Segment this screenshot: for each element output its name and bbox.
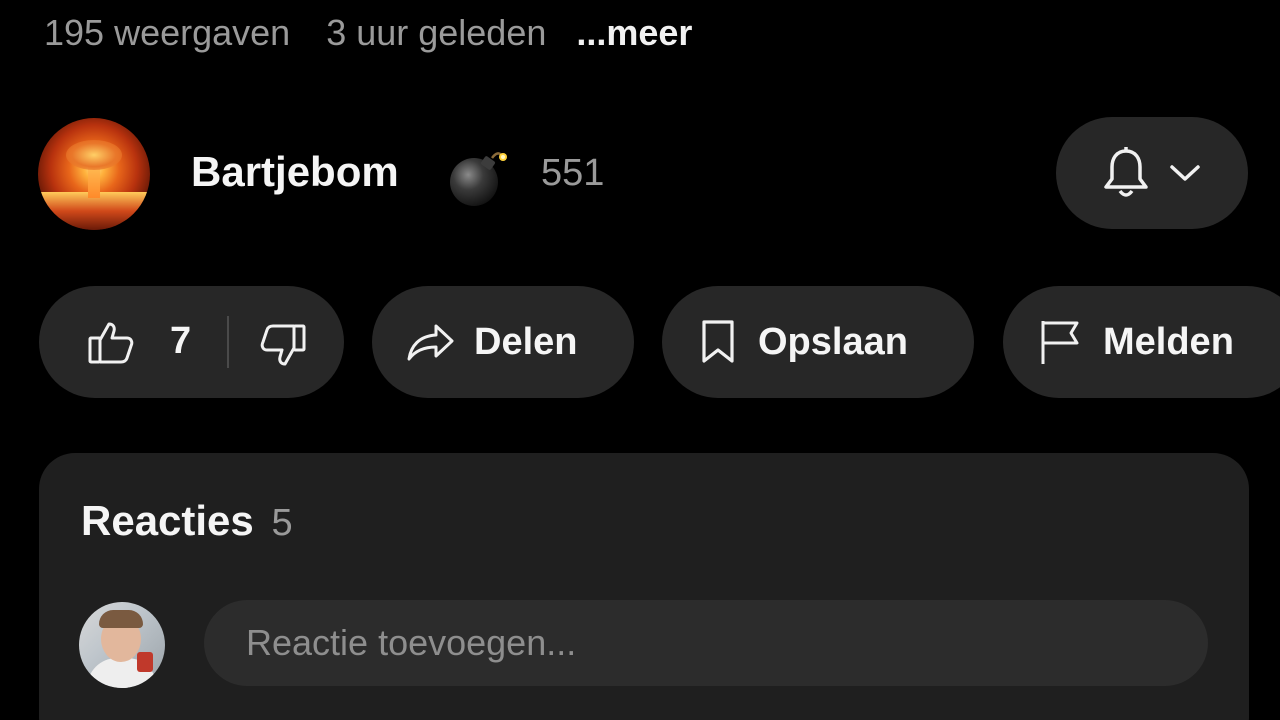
thumbs-down-icon[interactable] <box>259 322 307 368</box>
video-meta[interactable]: 195 weergaven 3 uur geleden ...meer <box>44 8 692 58</box>
save-label: Opslaan <box>758 320 908 363</box>
comments-header: Reacties 5 <box>81 497 293 545</box>
save-button[interactable]: Opslaan <box>662 286 974 398</box>
video-details-panel: 195 weergaven 3 uur geleden ...meer Bart… <box>0 0 1280 720</box>
upload-age: 3 uur geleden <box>326 12 547 53</box>
comments-section[interactable]: Reacties 5 <box>39 453 1249 720</box>
share-label: Delen <box>474 320 578 363</box>
more-link[interactable]: ...meer <box>576 12 692 54</box>
like-count: 7 <box>170 320 192 362</box>
flag-icon <box>1039 318 1081 366</box>
like-dislike-group: 7 <box>39 286 344 398</box>
subscriber-count: 551 <box>541 152 605 194</box>
comment-input[interactable] <box>204 600 1208 686</box>
channel-name[interactable]: Bartjebom <box>191 148 399 196</box>
comments-count: 5 <box>271 502 293 544</box>
notification-button[interactable] <box>1056 117 1248 229</box>
channel-avatar[interactable] <box>38 118 150 230</box>
view-count: 195 weergaven <box>44 12 291 53</box>
thumbs-up-icon[interactable] <box>87 320 135 366</box>
like-divider <box>227 316 229 368</box>
share-button[interactable]: Delen <box>372 286 634 398</box>
bookmark-icon <box>700 319 736 365</box>
bomb-icon <box>446 148 510 208</box>
comments-title: Reacties <box>81 497 254 544</box>
chevron-down-icon <box>1168 162 1202 184</box>
share-arrow-icon <box>406 322 456 362</box>
bell-icon <box>1102 145 1150 201</box>
report-button[interactable]: Melden <box>1003 286 1280 398</box>
user-avatar <box>79 602 165 688</box>
report-label: Melden <box>1103 320 1234 363</box>
